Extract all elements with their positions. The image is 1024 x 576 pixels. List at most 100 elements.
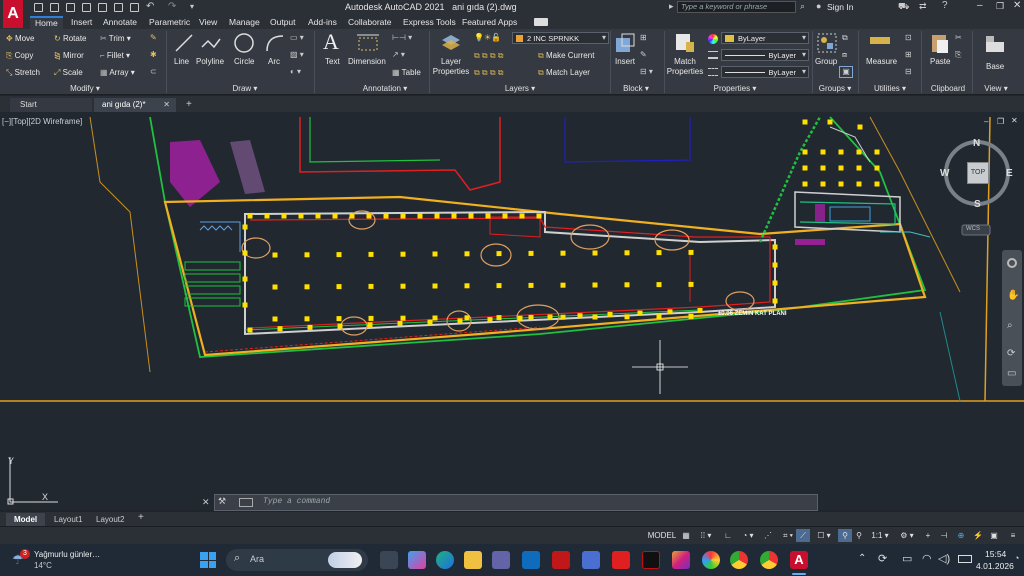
tab-view[interactable]: View bbox=[194, 16, 222, 29]
command-line[interactable]: ✕ ⚒ Type a command bbox=[202, 494, 818, 511]
qat-dropdown-icon[interactable]: ▾ bbox=[190, 2, 194, 11]
layer-tools-row2[interactable]: ⧉ ⧉ ⧉ ⧉ bbox=[474, 68, 504, 78]
save-web-icon[interactable] bbox=[114, 3, 123, 12]
clean-screen-icon[interactable]: ▣ bbox=[988, 529, 1000, 542]
properties-panel-title[interactable]: Properties ▾ bbox=[700, 83, 770, 94]
weather-widget[interactable]: ☂ 3 Yağmurlu günler… 14°C bbox=[10, 548, 130, 572]
annotation-visibility-icon[interactable]: ⚲ bbox=[852, 529, 866, 542]
sign-in-link[interactable]: Sign In bbox=[827, 2, 853, 12]
make-current-button[interactable]: ⧉ Make Current bbox=[538, 51, 594, 61]
search-arrow-icon[interactable]: ▸ bbox=[669, 1, 674, 12]
mirror-button[interactable]: ⧎ Mirror bbox=[54, 51, 84, 60]
color-wheel-icon[interactable] bbox=[708, 34, 718, 44]
quick-select-icon[interactable]: ⊡ bbox=[905, 33, 912, 42]
linetype-dropdown[interactable]: ByLayer ▾ bbox=[721, 66, 809, 78]
search-icon[interactable]: ⌕ bbox=[800, 1, 805, 12]
tab-layout2[interactable]: Layout2 bbox=[92, 513, 128, 526]
layer-tools-row1[interactable]: ⧉ ⧉ ⧉ ⧉ bbox=[474, 51, 504, 61]
line-icon[interactable] bbox=[174, 33, 194, 53]
command-input[interactable]: Type a command bbox=[263, 497, 330, 506]
workspace-gear-icon[interactable]: ⚙ ▾ bbox=[896, 529, 918, 542]
file-explorer-icon[interactable] bbox=[464, 551, 482, 569]
explode-icon[interactable]: ✱ bbox=[150, 50, 157, 59]
tab-home[interactable]: Home bbox=[30, 16, 63, 29]
edge-icon[interactable] bbox=[436, 551, 454, 569]
measure-label[interactable]: Measure bbox=[866, 57, 897, 66]
object-tracking-icon[interactable]: ⟋ bbox=[796, 529, 810, 542]
base-view-icon[interactable] bbox=[984, 34, 1006, 54]
match-layer-button[interactable]: ⧉ Match Layer bbox=[538, 68, 590, 78]
modify-panel-title[interactable]: Modify ▾ bbox=[40, 83, 130, 94]
block-panel-title[interactable]: Block ▾ bbox=[612, 83, 660, 94]
viewport-minimize-icon[interactable]: – bbox=[984, 117, 988, 126]
user-icon[interactable]: ● bbox=[816, 1, 821, 11]
model-space-button[interactable]: MODEL bbox=[646, 529, 678, 542]
gradient-icon[interactable]: ◐ ▾ bbox=[290, 67, 301, 76]
rectangle-icon[interactable]: ▭ ▾ bbox=[290, 33, 304, 42]
circle-label[interactable]: Circle bbox=[234, 57, 254, 66]
copilot-icon[interactable] bbox=[408, 551, 426, 569]
paste-label[interactable]: Paste bbox=[930, 57, 950, 66]
help-icon[interactable]: ? bbox=[942, 0, 948, 11]
instagram-icon[interactable] bbox=[672, 551, 690, 569]
compass-east[interactable]: E bbox=[1006, 168, 1013, 179]
rotate-button[interactable]: ↻ Rotate bbox=[54, 34, 87, 43]
tab-insert[interactable]: Insert bbox=[66, 16, 97, 29]
showmotion-icon[interactable]: ▭ bbox=[1007, 368, 1016, 379]
autocad-taskbar-icon[interactable]: A bbox=[790, 551, 808, 569]
match-properties-label[interactable]: Match Properties bbox=[666, 57, 704, 77]
tab-layout1[interactable]: Layout1 bbox=[50, 513, 86, 526]
offset-icon[interactable]: ⊂ bbox=[150, 67, 157, 76]
polyline-icon[interactable] bbox=[200, 33, 222, 53]
fillet-button[interactable]: ⌐ Fillet ▾ bbox=[100, 51, 130, 60]
ribbon-toggle-icon[interactable] bbox=[534, 18, 548, 26]
layer-properties-label[interactable]: Layer Properties bbox=[432, 57, 470, 77]
teams-icon[interactable] bbox=[492, 551, 510, 569]
erase-icon[interactable]: ✎ bbox=[150, 33, 157, 42]
viewport-restore-icon[interactable]: ❐ bbox=[997, 117, 1004, 126]
view-panel-title[interactable]: View ▾ bbox=[976, 83, 1016, 94]
measure-icon[interactable] bbox=[870, 37, 890, 44]
leader-icon[interactable]: ↗ ▾ bbox=[392, 50, 405, 59]
tab-annotate[interactable]: Annotate bbox=[98, 16, 142, 29]
command-history-icon[interactable] bbox=[239, 498, 253, 507]
ungroup-icon[interactable]: ⧉ bbox=[842, 33, 848, 43]
layers-panel-title[interactable]: Layers ▾ bbox=[480, 83, 560, 94]
steering-wheel-icon[interactable] bbox=[1007, 258, 1017, 268]
clock-date[interactable]: 4.01.2026 bbox=[976, 561, 1014, 571]
mcafee-icon[interactable] bbox=[552, 551, 570, 569]
dimension-icon[interactable] bbox=[356, 33, 380, 53]
wifi-icon[interactable]: ◠ bbox=[922, 552, 932, 565]
save-icon[interactable] bbox=[66, 3, 75, 12]
units-icon[interactable]: ⊣ bbox=[938, 529, 950, 542]
annotation-panel-title[interactable]: Annotation ▾ bbox=[340, 83, 430, 94]
dimension-label[interactable]: Dimension bbox=[348, 57, 386, 66]
move-button[interactable]: ✥ Move bbox=[6, 34, 35, 43]
linear-dim-icon[interactable]: ⊢⊣ ▾ bbox=[392, 33, 412, 42]
text-label[interactable]: Text bbox=[325, 57, 340, 66]
isodraft-icon[interactable]: ⋰ bbox=[762, 529, 774, 542]
tab-model[interactable]: Model bbox=[6, 513, 46, 526]
annotation-scale-value[interactable]: 1:1 ▾ bbox=[868, 529, 892, 542]
insert-block-icon[interactable] bbox=[614, 32, 636, 54]
ortho-icon[interactable]: ∟ bbox=[722, 529, 734, 542]
clipboard-panel-title[interactable]: Clipboard bbox=[926, 83, 970, 94]
tab-collaborate[interactable]: Collaborate bbox=[343, 16, 396, 29]
polar-icon[interactable]: ◔ ▾ bbox=[738, 529, 758, 542]
search-input[interactable]: Type a keyword or phrase bbox=[677, 1, 796, 13]
volume-icon[interactable]: ◁) bbox=[938, 552, 950, 565]
osnap-icon[interactable]: ⌗ ▾ bbox=[778, 529, 798, 542]
viewcube-top-face[interactable]: TOP bbox=[967, 162, 989, 184]
outlook-icon[interactable] bbox=[522, 551, 540, 569]
restore-icon[interactable]: ❐ bbox=[996, 1, 1004, 12]
array-button[interactable]: ▦ Array ▾ bbox=[100, 68, 135, 77]
chrome-icon[interactable] bbox=[730, 551, 748, 569]
viewcube[interactable]: TOP bbox=[944, 140, 1010, 206]
grid-icon[interactable]: ▦ bbox=[680, 529, 692, 542]
trim-button[interactable]: ✂ Trim ▾ bbox=[100, 34, 131, 43]
stretch-button[interactable]: ⤡ Stretch bbox=[6, 68, 40, 78]
cut-icon[interactable]: ✂ bbox=[955, 33, 962, 42]
tab-parametric[interactable]: Parametric bbox=[144, 16, 195, 29]
group-select-icon[interactable]: ▣ bbox=[839, 66, 853, 78]
pinwheel-icon[interactable] bbox=[702, 551, 720, 569]
